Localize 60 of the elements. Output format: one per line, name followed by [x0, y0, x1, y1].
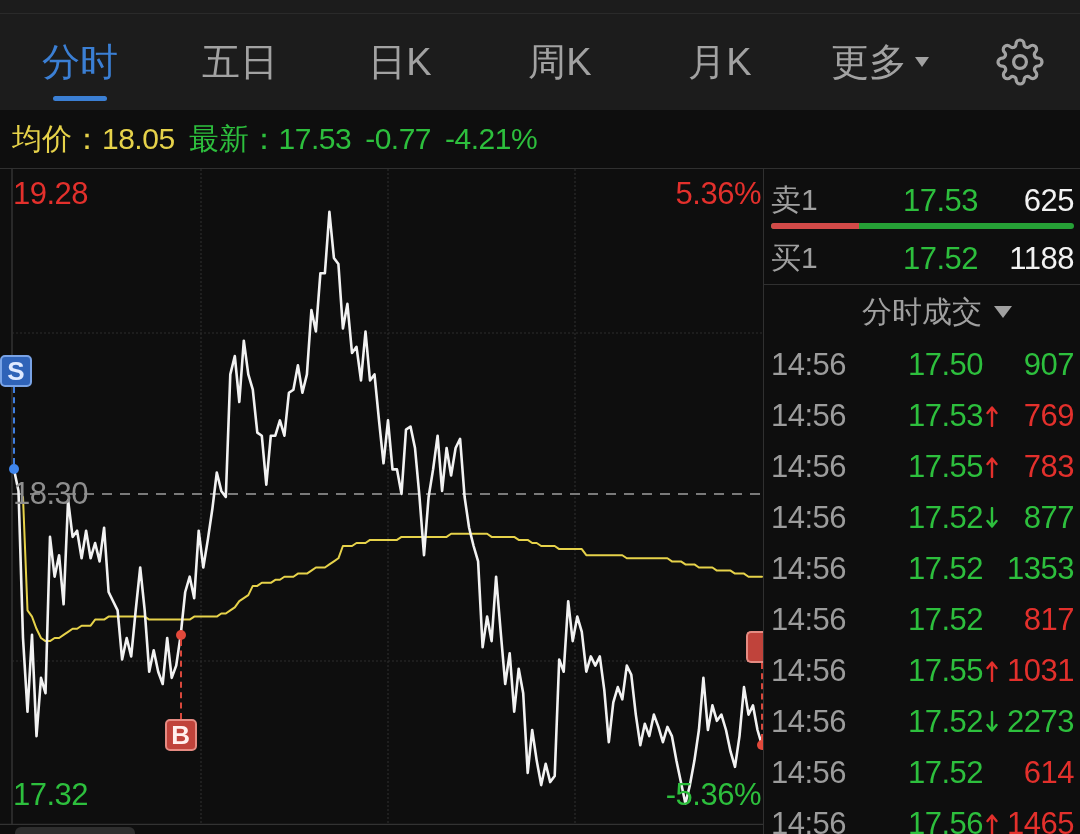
quote-value: -0.77 — [365, 124, 432, 154]
quote-value: 18.05 — [102, 124, 175, 154]
axis-price-label: 17.32 — [13, 778, 89, 810]
order-level-label: 买1 — [771, 243, 819, 273]
trade-volume: 783 — [1022, 451, 1074, 482]
trade-time: 14:56 — [771, 400, 848, 431]
trade-price: 17.52 — [908, 706, 984, 737]
trade-time: 14:56 — [771, 451, 848, 482]
trade-volume: 1465 — [1006, 808, 1074, 834]
order-price: 17.53 — [903, 184, 979, 216]
tab[interactable]: 分时 — [0, 14, 160, 110]
trade-time: 14:56 — [771, 604, 848, 635]
trade-time: 14:56 — [771, 706, 848, 737]
trade-price: 17.50 — [908, 349, 984, 380]
sell-marker[interactable]: S — [0, 355, 32, 388]
buy-marker[interactable]: B — [164, 718, 197, 751]
trade-price: 17.55 — [908, 451, 984, 482]
tab[interactable]: 月K — [640, 14, 800, 110]
trade-time: 14:56 — [771, 553, 848, 584]
trade-time: 14:56 — [771, 655, 848, 686]
trade-time: 14:56 — [771, 757, 848, 788]
trade-volume: 614 — [1022, 757, 1074, 788]
trade-price: 17.55 — [908, 655, 984, 686]
selected-underline — [53, 96, 107, 101]
buy-marker[interactable] — [746, 631, 763, 664]
trade-price: 17.56 — [908, 808, 984, 834]
quote-value: 17.53 — [278, 124, 352, 154]
trade-price: 17.52 — [908, 553, 984, 584]
trade-time: 14:56 — [771, 808, 848, 834]
tab[interactable]: 周K — [480, 14, 640, 110]
trade-price: 17.52 — [908, 604, 984, 635]
trade-price: 17.52 — [908, 502, 984, 533]
quote-value: -4.21% — [445, 124, 538, 154]
axis-percent-label: 5.36% — [675, 178, 761, 209]
tab[interactable]: 五日 — [160, 14, 320, 110]
trade-time: 14:56 — [771, 349, 848, 380]
order-volume: 625 — [1022, 184, 1074, 216]
quote-label: 最新： — [188, 124, 279, 154]
more-dropdown[interactable]: 更多 — [800, 14, 960, 110]
caret-down-icon — [915, 57, 929, 67]
quote-label: 均价： — [12, 124, 102, 154]
trade-price: 17.53 — [908, 400, 984, 431]
order-price: 17.52 — [903, 242, 979, 274]
tab[interactable]: 日K — [320, 14, 480, 110]
order-level-label: 卖1 — [771, 185, 819, 215]
trade-volume: 1353 — [1006, 553, 1074, 584]
trade-volume: 817 — [1022, 604, 1074, 635]
trade-price: 17.52 — [908, 757, 984, 788]
axis-price-label: 19.28 — [13, 178, 89, 209]
trade-volume: 877 — [1022, 502, 1074, 533]
gear-icon — [996, 38, 1044, 86]
order-volume: 1188 — [1008, 242, 1074, 274]
trade-list-dropdown[interactable]: 分时成交 — [861, 297, 1012, 327]
settings-button[interactable] — [996, 38, 1044, 86]
trade-volume: 2273 — [1006, 706, 1074, 737]
caret-down-icon — [993, 306, 1012, 318]
trade-volume: 1031 — [1006, 655, 1074, 686]
trade-volume: 907 — [1022, 349, 1074, 380]
trade-volume: 769 — [1022, 400, 1074, 431]
trade-time: 14:56 — [771, 502, 848, 533]
